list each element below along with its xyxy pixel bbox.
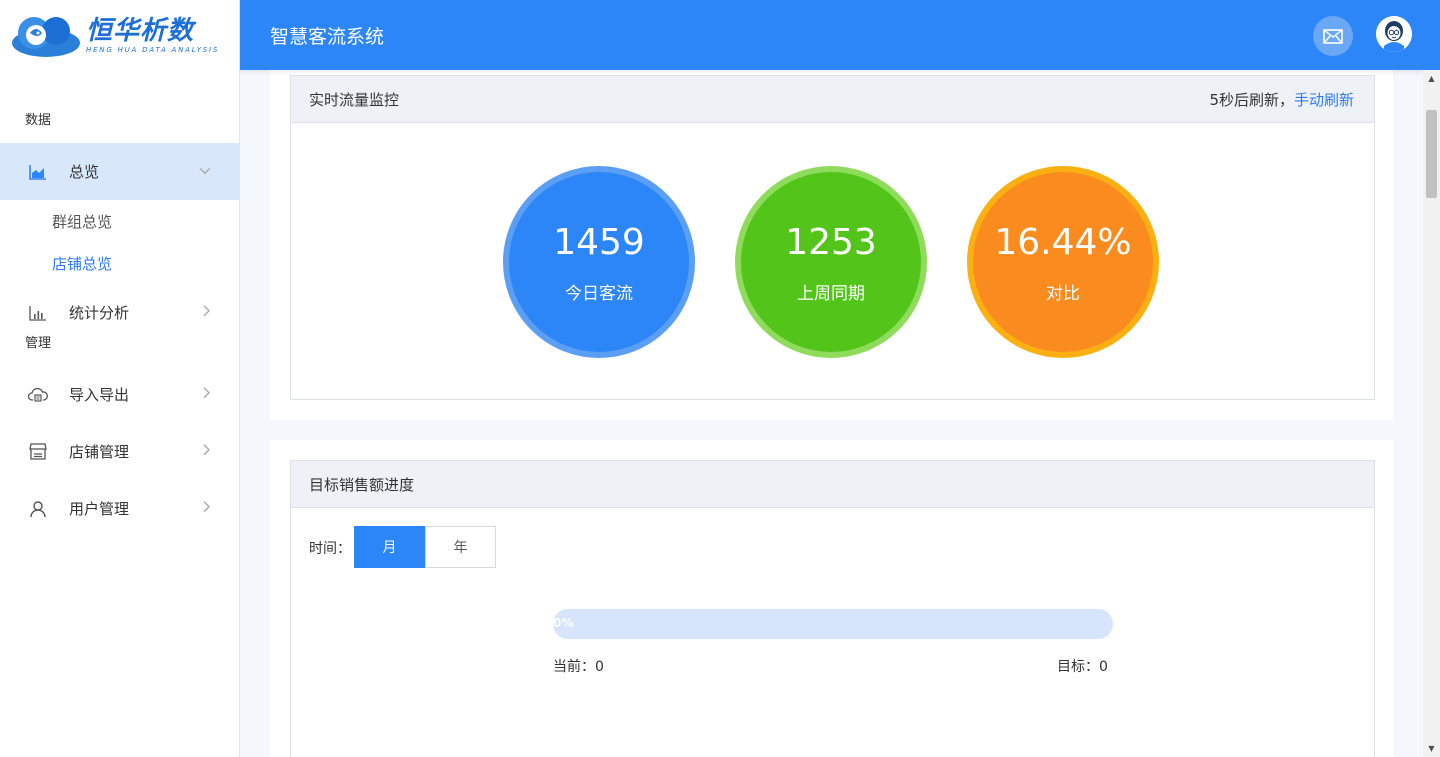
sidebar-item-label: 导入导出 — [69, 386, 130, 404]
sidebar-item-label: 店铺管理 — [69, 443, 130, 461]
chevron-down-icon — [199, 164, 211, 178]
sales-target-panel: 目标销售额进度 时间： 月 年 0% 当前：0 目标：0 — [290, 460, 1375, 757]
scroll-down-arrow-icon[interactable]: ▼ — [1423, 740, 1440, 757]
tab-year[interactable]: 年 — [425, 526, 496, 568]
cloud-transfer-icon — [28, 385, 48, 405]
store-icon — [28, 442, 48, 462]
compare-value: 16.44% — [994, 221, 1132, 263]
realtime-panel-header: 实时流量监控 5秒后刷新， 手动刷新 — [291, 76, 1374, 123]
progress-text: 0% — [553, 616, 574, 630]
sidebar-item-label: 统计分析 — [69, 304, 130, 322]
vertical-scrollbar[interactable]: ▲ ▼ — [1423, 70, 1440, 757]
refresh-countdown: 5秒后刷新， — [1209, 90, 1294, 109]
main-content: 实时流量监控 5秒后刷新， 手动刷新 1459 今日客流 1253 上周同期 1… — [240, 70, 1423, 757]
avatar-icon[interactable] — [1376, 16, 1412, 52]
user-icon — [28, 499, 48, 519]
sales-progress-bar: 0% — [553, 609, 1113, 639]
mail-icon[interactable] — [1313, 16, 1353, 56]
scroll-thumb[interactable] — [1426, 110, 1437, 198]
sidebar-item-import-export[interactable]: 导入导出 — [0, 366, 239, 423]
today-traffic-label: 今日客流 — [565, 283, 633, 304]
brand-name: 恒华析数 — [86, 15, 195, 46]
sidebar-item-overview[interactable]: 总览 — [0, 143, 239, 200]
brand-subtitle: HENG HUA DATA ANALYSIS — [86, 45, 220, 54]
bar-chart-icon — [28, 303, 48, 323]
sales-target-title: 目标销售额进度 — [309, 475, 415, 494]
realtime-panel: 实时流量监控 5秒后刷新， 手动刷新 1459 今日客流 1253 上周同期 1… — [290, 75, 1375, 400]
section-label-data: 数据 — [25, 113, 52, 128]
top-header: 智慧客流系统 — [240, 0, 1440, 70]
last-week-circle: 1253 上周同期 — [735, 166, 927, 358]
sidebar-item-label: 用户管理 — [69, 500, 130, 518]
sales-target-card: 目标销售额进度 时间： 月 年 0% 当前：0 目标：0 — [270, 440, 1393, 757]
chevron-right-icon — [203, 386, 211, 401]
today-traffic-circle: 1459 今日客流 — [503, 166, 695, 358]
compare-label: 对比 — [1046, 283, 1080, 304]
scroll-up-arrow-icon[interactable]: ▲ — [1423, 70, 1440, 87]
chevron-right-icon — [203, 304, 211, 319]
current-amount: 当前：0 — [553, 659, 604, 675]
cloud-logo-icon — [6, 11, 82, 59]
target-amount: 目标：0 — [1057, 659, 1108, 675]
chevron-right-icon — [203, 443, 211, 458]
compare-circle: 16.44% 对比 — [967, 166, 1159, 358]
realtime-card: 实时流量监控 5秒后刷新， 手动刷新 1459 今日客流 1253 上周同期 1… — [270, 70, 1393, 420]
sidebar-item-user-manage[interactable]: 用户管理 — [0, 480, 239, 537]
chevron-right-icon — [203, 500, 211, 515]
sales-target-panel-header: 目标销售额进度 — [291, 461, 1374, 508]
sidebar-item-group-overview[interactable]: 群组总览 — [0, 200, 239, 242]
area-chart-icon — [28, 162, 48, 182]
sidebar-item-store-manage[interactable]: 店铺管理 — [0, 423, 239, 480]
tab-month[interactable]: 月 — [354, 526, 425, 568]
sidebar: 恒华析数 HENG HUA DATA ANALYSIS 数据 总览 群组总览 店… — [0, 0, 240, 757]
page-title: 智慧客流系统 — [270, 25, 385, 48]
sidebar-item-stats[interactable]: 统计分析 — [0, 284, 239, 341]
realtime-title: 实时流量监控 — [309, 90, 400, 109]
sidebar-item-label: 总览 — [69, 163, 100, 181]
last-week-label: 上周同期 — [797, 283, 865, 304]
today-traffic-value: 1459 — [553, 221, 645, 263]
manual-refresh-link[interactable]: 手动刷新 — [1294, 89, 1354, 110]
sidebar-item-store-overview[interactable]: 店铺总览 — [0, 242, 239, 284]
brand-logo[interactable]: 恒华析数 HENG HUA DATA ANALYSIS — [0, 0, 239, 70]
last-week-value: 1253 — [785, 221, 877, 263]
time-label: 时间： — [309, 541, 351, 557]
